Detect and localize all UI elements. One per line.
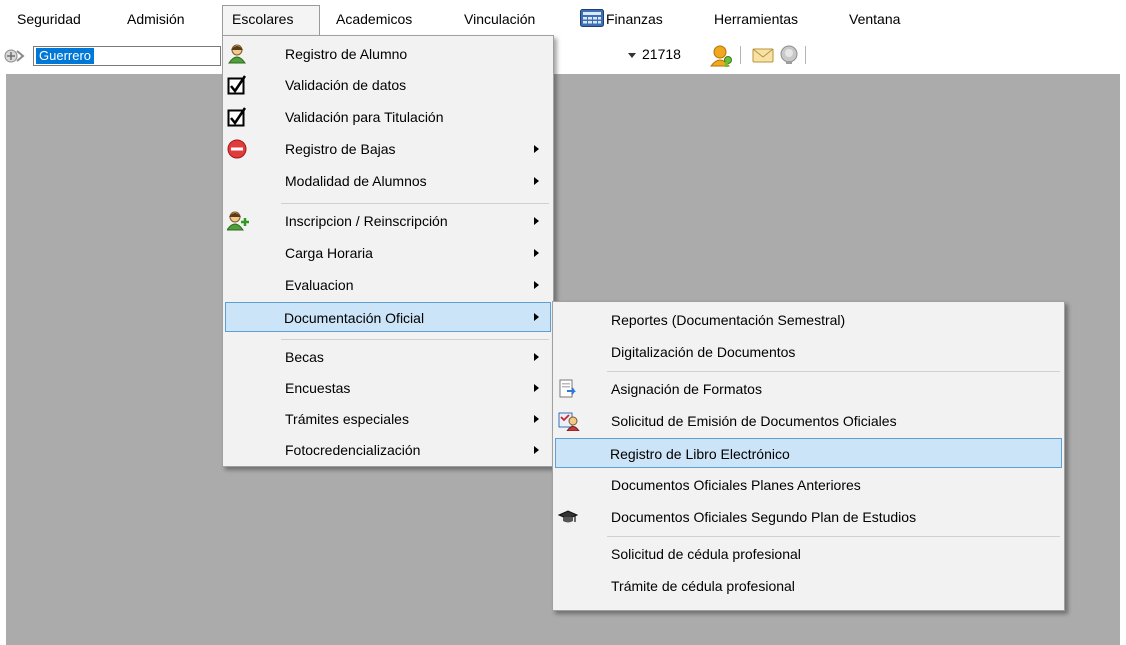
submenu-item-label: Reportes (Documentación Semestral) [611,312,846,328]
toolbar: Guerrero 21718 [0,36,1126,74]
menu-item-label: Documentación Oficial [284,310,425,326]
checkbox-checked-icon [227,75,247,95]
menu-item-validacion-de-datos[interactable]: Validación de datos [225,70,551,100]
submenu-item-label: Digitalización de Documentos [611,344,796,360]
toolbar-separator-2 [805,46,806,64]
submenu-arrow-icon [534,177,539,185]
menu-item-documentacion-oficial[interactable]: Documentación Oficial [225,302,551,332]
menu-item-label: Evaluacion [285,277,354,293]
menu-item-validacion-titulacion[interactable]: Validación para Titulación [225,102,551,132]
submenu-arrow-icon [534,313,539,321]
submenu-item-label: Solicitud de cédula profesional [611,546,801,562]
menu-admision[interactable]: Admisión [118,6,194,32]
menu-item-encuestas[interactable]: Encuestas [225,373,551,403]
menu-item-registro-de-bajas[interactable]: Registro de Bajas [225,134,551,164]
menu-item-becas[interactable]: Becas [225,342,551,372]
remove-icon [227,139,247,159]
submenu-arrow-icon [534,249,539,257]
menu-separator [281,203,549,204]
menu-item-modalidad-de-alumnos[interactable]: Modalidad de Alumnos [225,166,551,196]
menu-ventana[interactable]: Ventana [840,6,909,32]
submenu-arrow-icon [534,353,539,361]
student-icon [228,44,246,64]
window-right-edge [1120,74,1126,645]
submenu-arrow-icon [534,145,539,153]
menu-item-fotocredencializacion[interactable]: Fotocredencialización [225,435,551,465]
documentacion-oficial-submenu: Reportes (Documentación Semestral) Digit… [552,301,1065,611]
user-id-label: 21718 [642,46,681,62]
submenu-item-label: Asignación de Formatos [611,381,762,397]
submenu-item-reportes[interactable]: Reportes (Documentación Semestral) [555,305,1062,335]
user-key-icon[interactable] [709,44,735,68]
submenu-item-tramite-cedula[interactable]: Trámite de cédula profesional [555,571,1062,601]
submenu-item-asignacion-formatos[interactable]: Asignación de Formatos [555,374,1062,404]
menu-item-label: Carga Horaria [285,245,373,261]
submenu-item-label: Trámite de cédula profesional [611,578,795,594]
menu-bar: Seguridad Admisión Escolares Academicos … [0,0,1126,36]
submenu-item-label: Documentos Oficiales Planes Anteriores [611,477,861,493]
toolbar-separator [740,46,741,64]
add-student-icon [227,211,249,231]
submenu-item-label: Registro de Libro Electrónico [610,446,790,462]
escolares-menu: Registro de Alumno Validación de datos V… [222,35,554,467]
menu-finanzas-label: Finanzas [606,11,663,27]
menu-item-label: Registro de Alumno [285,46,408,62]
mail-icon[interactable] [752,46,774,64]
checkbox-checked-icon [227,107,247,127]
calculator-icon [580,9,604,27]
menu-escolares[interactable]: Escolares [222,5,320,35]
menu-item-label: Encuestas [285,380,351,396]
submenu-item-solicitud-cedula[interactable]: Solicitud de cédula profesional [555,539,1062,569]
campus-combo-value: Guerrero [36,48,95,64]
submenu-item-solicitud-emision[interactable]: Solicitud de Emisión de Documentos Ofici… [555,406,1062,436]
submenu-arrow-icon [534,415,539,423]
submenu-arrow-icon [534,281,539,289]
menu-item-tramites-especiales[interactable]: Trámites especiales [225,404,551,434]
submenu-item-planes-anteriores[interactable]: Documentos Oficiales Planes Anteriores [555,470,1062,500]
menu-item-evaluacion[interactable]: Evaluacion [225,270,551,300]
server-connect-icon[interactable] [4,47,26,65]
menu-separator [281,339,549,340]
submenu-item-segundo-plan[interactable]: Documentos Oficiales Segundo Plan de Est… [555,502,1062,532]
menu-item-label: Trámites especiales [285,411,409,427]
submenu-item-registro-libro-electronico[interactable]: Registro de Libro Electrónico [555,438,1062,468]
submenu-arrow-icon [534,446,539,454]
menu-item-label: Fotocredencialización [285,442,421,458]
document-person-icon [558,412,580,431]
menu-item-label: Modalidad de Alumnos [285,173,427,189]
menu-item-label: Inscripcion / Reinscripción [285,213,448,229]
graduation-cap-icon [558,510,578,523]
menu-seguridad[interactable]: Seguridad [8,6,90,32]
submenu-item-digitalizacion[interactable]: Digitalización de Documentos [555,337,1062,367]
menu-academicos[interactable]: Academicos [327,6,421,32]
submenu-item-label: Documentos Oficiales Segundo Plan de Est… [611,509,917,525]
menu-item-label: Validación para Titulación [285,109,444,125]
menu-herramientas[interactable]: Herramientas [705,6,807,32]
menu-separator [607,536,1060,537]
menu-item-inscripcion[interactable]: Inscripcion / Reinscripción [225,206,551,236]
menu-item-label: Registro de Bajas [285,141,396,157]
menu-finanzas[interactable]: Finanzas [574,6,672,32]
menu-item-label: Validación de datos [285,77,407,93]
submenu-arrow-icon [534,217,539,225]
menu-separator [607,371,1060,372]
menu-item-registro-de-alumno[interactable]: Registro de Alumno [225,39,551,69]
dropdown-arrow-icon[interactable] [628,53,636,59]
menu-item-label: Becas [285,349,324,365]
document-arrow-icon [559,379,576,398]
menu-vinculacion[interactable]: Vinculación [455,6,544,32]
submenu-arrow-icon [534,384,539,392]
menu-item-carga-horaria[interactable]: Carga Horaria [225,238,551,268]
help-icon[interactable] [778,45,800,65]
submenu-item-label: Solicitud de Emisión de Documentos Ofici… [611,413,897,429]
campus-combo[interactable]: Guerrero [33,46,221,66]
